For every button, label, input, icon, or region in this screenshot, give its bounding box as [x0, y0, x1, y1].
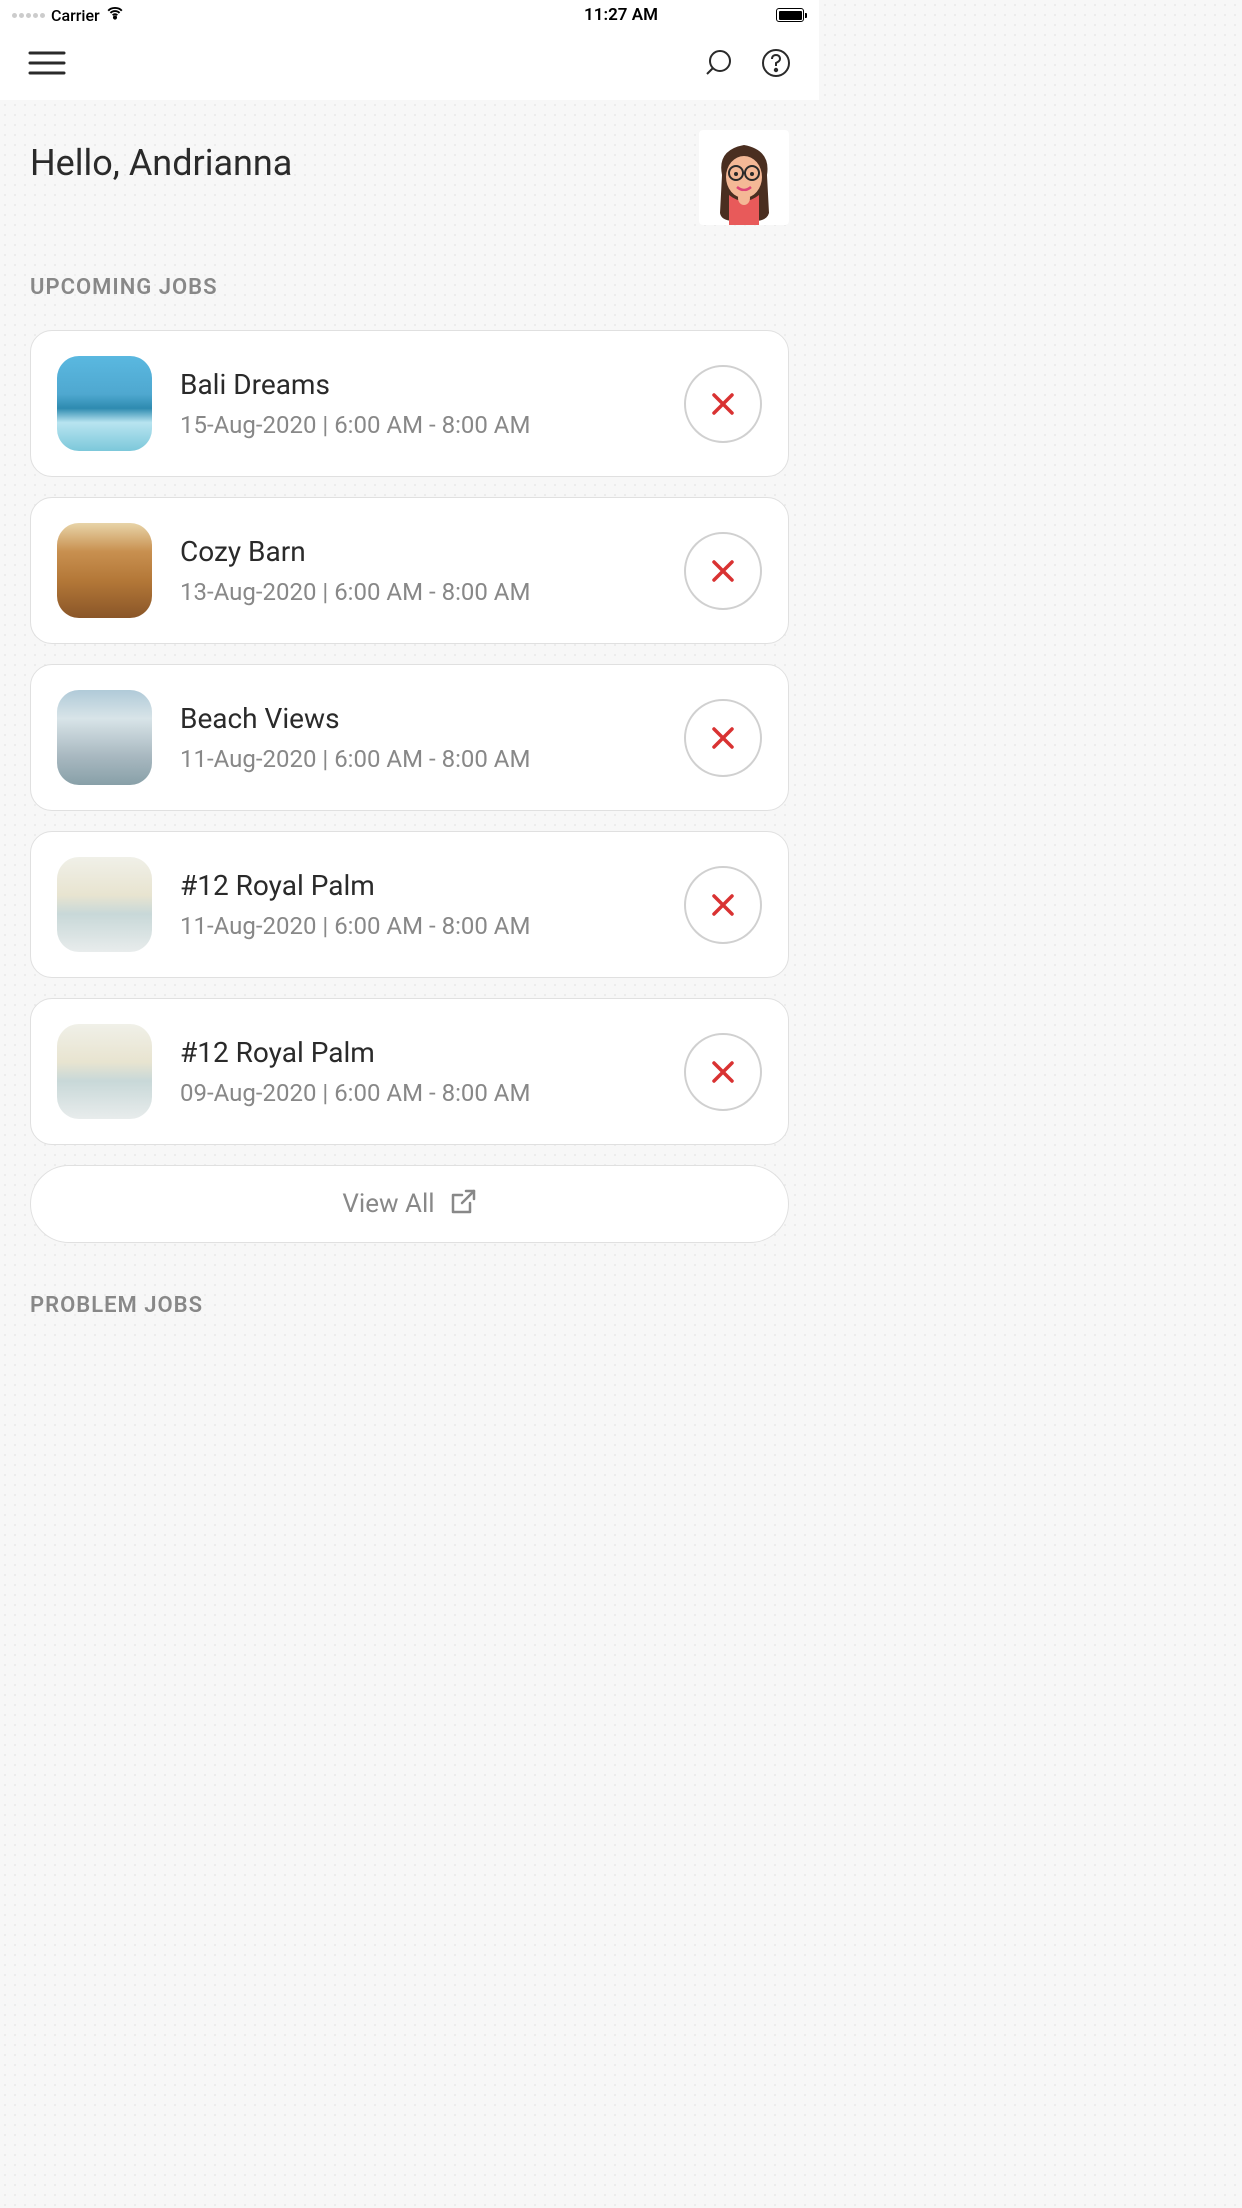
job-info: Bali Dreams 15-Aug-2020 | 6:00 AM - 8:00… — [180, 368, 656, 439]
job-title: Beach Views — [180, 702, 656, 735]
job-card[interactable]: #12 Royal Palm 09-Aug-2020 | 6:00 AM - 8… — [30, 998, 789, 1145]
view-all-button[interactable]: View All — [30, 1165, 789, 1243]
job-meta: 09-Aug-2020 | 6:00 AM - 8:00 AM — [180, 1079, 656, 1107]
wifi-icon — [106, 4, 124, 27]
view-all-label: View All — [342, 1189, 434, 1219]
job-thumbnail — [57, 523, 152, 618]
nav-bar — [0, 30, 819, 100]
avatar[interactable] — [699, 130, 789, 225]
external-link-icon — [449, 1188, 477, 1220]
job-meta: 11-Aug-2020 | 6:00 AM - 8:00 AM — [180, 745, 656, 773]
job-thumbnail — [57, 690, 152, 785]
content: Hello, Andrianna UPCOMING JOBS Bali Drea… — [0, 100, 819, 1378]
job-meta: 15-Aug-2020 | 6:00 AM - 8:00 AM — [180, 411, 656, 439]
delete-button[interactable] — [684, 532, 762, 610]
job-info: #12 Royal Palm 09-Aug-2020 | 6:00 AM - 8… — [180, 1036, 656, 1107]
delete-button[interactable] — [684, 1033, 762, 1111]
job-card[interactable]: #12 Royal Palm 11-Aug-2020 | 6:00 AM - 8… — [30, 831, 789, 978]
job-meta: 11-Aug-2020 | 6:00 AM - 8:00 AM — [180, 912, 656, 940]
delete-button[interactable] — [684, 866, 762, 944]
greeting-row: Hello, Andrianna — [30, 130, 789, 225]
job-title: Bali Dreams — [180, 368, 656, 401]
job-info: Cozy Barn 13-Aug-2020 | 6:00 AM - 8:00 A… — [180, 535, 656, 606]
job-card[interactable]: Bali Dreams 15-Aug-2020 | 6:00 AM - 8:00… — [30, 330, 789, 477]
problem-jobs-title: PROBLEM JOBS — [30, 1293, 789, 1318]
job-thumbnail — [57, 857, 152, 952]
status-left: Carrier — [12, 4, 124, 27]
job-title: Cozy Barn — [180, 535, 656, 568]
job-thumbnail — [57, 356, 152, 451]
job-thumbnail — [57, 1024, 152, 1119]
job-meta: 13-Aug-2020 | 6:00 AM - 8:00 AM — [180, 578, 656, 606]
help-icon[interactable] — [761, 48, 791, 82]
jobs-list: Bali Dreams 15-Aug-2020 | 6:00 AM - 8:00… — [30, 330, 789, 1145]
menu-icon[interactable] — [28, 49, 66, 81]
job-title: #12 Royal Palm — [180, 1036, 656, 1069]
status-time: 11:27 AM — [584, 5, 658, 25]
job-info: Beach Views 11-Aug-2020 | 6:00 AM - 8:00… — [180, 702, 656, 773]
job-title: #12 Royal Palm — [180, 869, 656, 902]
job-info: #12 Royal Palm 11-Aug-2020 | 6:00 AM - 8… — [180, 869, 656, 940]
next-section: PROBLEM JOBS — [30, 1293, 789, 1318]
greeting-text: Hello, Andrianna — [30, 142, 292, 184]
nav-right — [703, 48, 791, 82]
delete-button[interactable] — [684, 365, 762, 443]
search-icon[interactable] — [703, 48, 733, 82]
upcoming-jobs-title: UPCOMING JOBS — [30, 275, 789, 300]
job-card[interactable]: Cozy Barn 13-Aug-2020 | 6:00 AM - 8:00 A… — [30, 497, 789, 644]
job-card[interactable]: Beach Views 11-Aug-2020 | 6:00 AM - 8:00… — [30, 664, 789, 811]
carrier-label: Carrier — [51, 6, 100, 25]
delete-button[interactable] — [684, 699, 762, 777]
signal-dots-icon — [12, 13, 45, 18]
status-bar: Carrier 11:27 AM — [0, 0, 819, 30]
battery-icon — [776, 8, 807, 22]
